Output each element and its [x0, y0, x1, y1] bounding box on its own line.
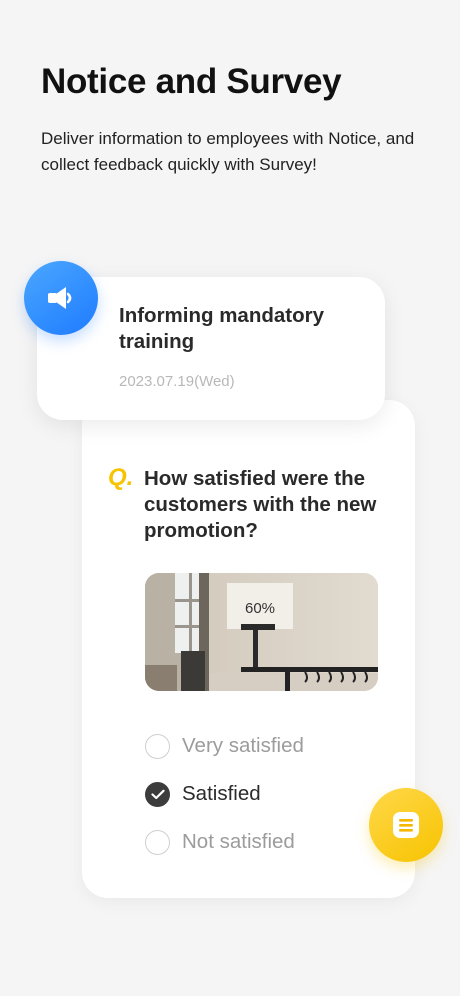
survey-options: Very satisfied Satisfied Not satisfied	[145, 722, 304, 866]
question-mark-label: Q.	[108, 464, 134, 491]
notice-title: Informing mandatory training	[119, 304, 325, 353]
survey-button[interactable]	[369, 788, 443, 862]
survey-question: How satisfied were the customers with th…	[144, 467, 377, 542]
survey-card: Q. How satisfied were the customers with…	[82, 400, 415, 898]
clothing-rack-image: 60%	[145, 573, 378, 691]
option-not-satisfied[interactable]: Not satisfied	[145, 818, 304, 866]
radio-unchecked-icon[interactable]	[145, 829, 170, 855]
option-very-satisfied[interactable]: Very satisfied	[145, 722, 304, 770]
memo-icon	[393, 812, 419, 838]
radio-checked-icon[interactable]	[145, 781, 170, 807]
sign-text: 60%	[245, 600, 275, 617]
page-subtitle: Deliver information to employees with No…	[41, 129, 415, 174]
promotion-photo: 60%	[145, 573, 378, 691]
option-label: Not satisfied	[182, 830, 295, 853]
radio-unchecked-icon[interactable]	[145, 733, 170, 759]
notice-button[interactable]	[24, 261, 98, 335]
notice-date: 2023.07.19(Wed)	[119, 373, 235, 390]
checkmark-icon	[150, 789, 165, 799]
option-label: Satisfied	[182, 782, 261, 805]
option-label: Very satisfied	[182, 734, 304, 757]
page-title: Notice and Survey	[41, 62, 342, 101]
option-satisfied[interactable]: Satisfied	[145, 770, 304, 818]
megaphone-icon	[48, 287, 72, 309]
